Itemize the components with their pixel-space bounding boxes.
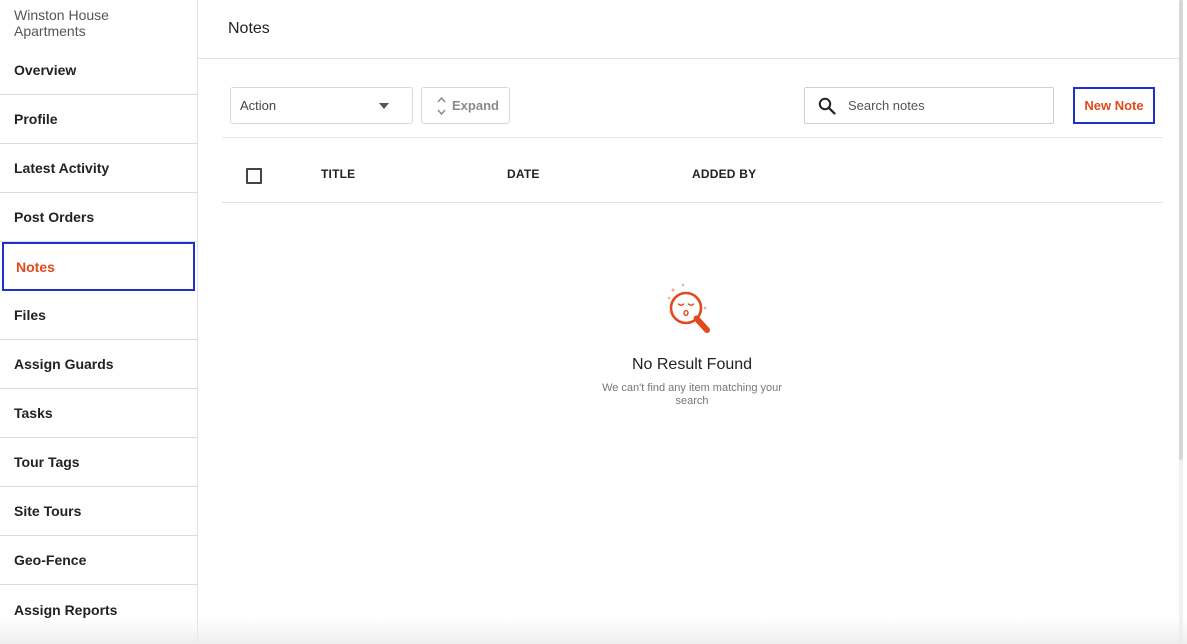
action-dropdown-label: Action [240,98,277,113]
sidebar-item-label: Files [14,307,46,323]
site-name: Winston House Apartments [14,7,109,39]
empty-state-message: We can't find any item matching your sea… [602,382,782,407]
search-icon [818,97,836,115]
sidebar-item-post-orders[interactable]: Post Orders [0,193,197,242]
empty-state: No Result Found We can't find any item m… [592,282,792,408]
expand-button-label: Expand [452,98,499,113]
sidebar-item-files[interactable]: Files [0,291,197,340]
sidebar-item-latest-activity[interactable]: Latest Activity [0,144,197,193]
sidebar-item-label: Geo-Fence [14,552,87,568]
sidebar-item-assign-reports[interactable]: Assign Reports [0,585,197,634]
sidebar-item-profile[interactable]: Profile [0,95,197,144]
notes-table-header: TITLE DATE ADDED BY [222,137,1163,203]
sidebar-item-label: Post Orders [14,209,95,225]
page-header: Notes [198,0,1183,59]
sidebar-item-label: Assign Reports [14,601,118,618]
sidebar: Winston House Apartments Overview Profil… [0,0,198,644]
sidebar-item-label: Latest Activity [14,160,110,176]
sidebar-item-site-tours[interactable]: Site Tours [0,487,197,536]
column-title[interactable]: TITLE [321,167,355,181]
sidebar-item-label: Profile [14,111,58,127]
expand-arrows-icon [437,96,446,115]
sidebar-item-notes[interactable]: Notes [2,242,195,291]
column-date[interactable]: DATE [507,167,540,181]
empty-state-title: No Result Found [631,356,753,373]
sidebar-item-geo-fence[interactable]: Geo-Fence [0,536,197,585]
page-title: Notes [228,20,270,37]
column-added-by[interactable]: ADDED BY [692,167,756,181]
sidebar-item-assign-guards[interactable]: Assign Guards [0,340,197,389]
main-content: Notes Action Expand New Note TITLE DATE … [198,0,1183,644]
sidebar-item-overview[interactable]: Overview [0,46,197,95]
action-dropdown[interactable]: Action [230,87,413,124]
sidebar-item-tasks[interactable]: Tasks [0,389,197,438]
sidebar-item-label: Notes [16,258,55,275]
sidebar-item-label: Tour Tags [14,454,80,470]
search-input[interactable] [848,98,1028,113]
scrollbar-thumb[interactable] [1179,0,1183,460]
vertical-scrollbar[interactable] [1179,0,1183,644]
sidebar-item-label: Tasks [14,405,53,421]
no-result-magnifier-icon [667,283,710,333]
select-all-checkbox[interactable] [246,168,262,184]
notes-toolbar: Action Expand New Note [230,87,1155,124]
sidebar-item-label: Overview [14,62,77,78]
sidebar-item-label: Site Tours [14,503,82,519]
sidebar-item-label: Assign Guards [14,356,114,372]
expand-button[interactable]: Expand [421,87,510,124]
caret-down-icon [379,103,389,109]
search-box [804,87,1054,124]
new-note-button[interactable]: New Note [1073,87,1155,124]
sidebar-item-tour-tags[interactable]: Tour Tags [0,438,197,487]
